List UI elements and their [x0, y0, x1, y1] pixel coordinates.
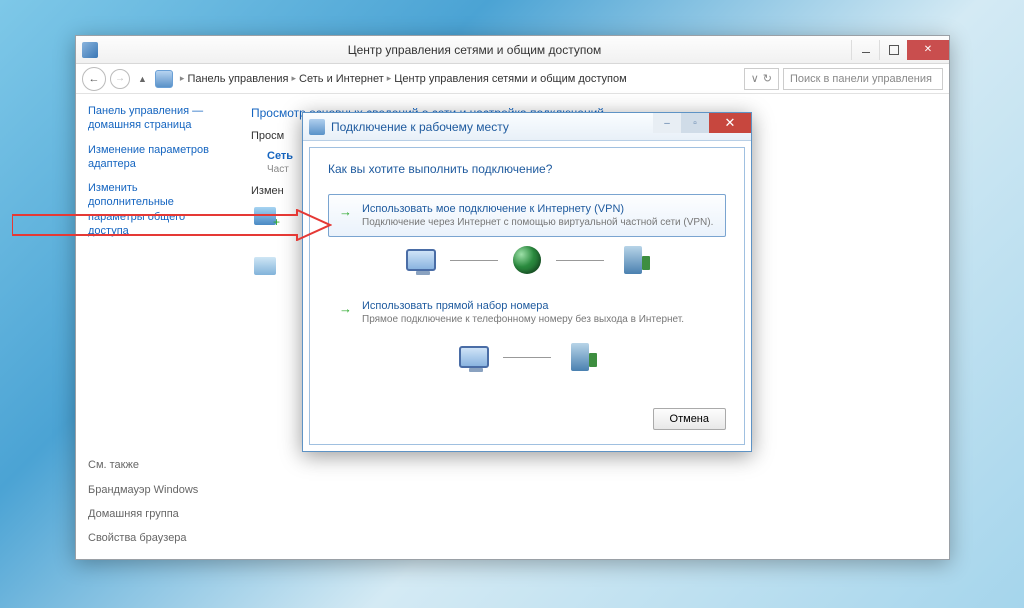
connect-workplace-dialog: Подключение к рабочему месту – ▫ ✕ Как в…: [302, 112, 752, 452]
cancel-button[interactable]: Отмена: [653, 408, 726, 430]
window-title: Центр управления сетями и общим доступом: [98, 43, 851, 57]
option-dialup-desc: Прямое подключение к телефонному номеру …: [362, 314, 684, 325]
breadcrumb-lvl2[interactable]: Сеть и Интернет: [299, 73, 384, 85]
network-center-icon: [82, 42, 98, 58]
troubleshoot-icon: [251, 255, 279, 277]
vpn-diagram: [328, 243, 726, 277]
dialup-diagram: [328, 340, 726, 374]
breadcrumb-lvl3[interactable]: Центр управления сетями и общим доступом: [394, 73, 626, 85]
arrow-icon: →: [339, 204, 352, 219]
breadcrumb-root[interactable]: Панель управления: [187, 73, 288, 85]
option-dialup[interactable]: → Использовать прямой набор номера Прямо…: [328, 291, 726, 334]
dialog-titlebar: Подключение к рабочему месту – ▫ ✕: [303, 113, 751, 141]
sidebar-home[interactable]: Панель управления — домашняя страница: [88, 104, 219, 133]
globe-icon: [508, 243, 546, 277]
arrow-icon: →: [339, 301, 352, 316]
server-icon: [614, 243, 652, 277]
option-vpn[interactable]: → Использовать мое подключение к Интерне…: [328, 194, 726, 237]
breadcrumb-icon: [155, 70, 173, 88]
option-dialup-title: Использовать прямой набор номера: [362, 300, 684, 312]
sidebar: Панель управления — домашняя страница Из…: [76, 94, 231, 559]
computer-icon: [455, 340, 493, 374]
minimize-button[interactable]: [851, 40, 879, 60]
refresh-dropdown[interactable]: ∨↻: [744, 68, 779, 90]
server-icon: [561, 340, 599, 374]
dialog-question: Как вы хотите выполнить подключение?: [328, 162, 726, 176]
sidebar-adapter[interactable]: Изменение параметров адаптера: [88, 143, 219, 172]
close-button[interactable]: ✕: [907, 40, 949, 60]
search-input[interactable]: Поиск в панели управления: [783, 68, 943, 90]
back-button[interactable]: ←: [82, 67, 106, 91]
up-button[interactable]: ▲: [134, 74, 151, 84]
setup-connection-icon: +: [251, 205, 279, 227]
dialog-icon: [309, 119, 325, 135]
sidebar-browser[interactable]: Свойства браузера: [88, 531, 219, 545]
nav-bar: ← → ▲ ▸ Панель управления ▸ Сеть и Интер…: [76, 64, 949, 94]
sidebar-firewall[interactable]: Брандмауэр Windows: [88, 483, 219, 497]
breadcrumb[interactable]: ▸ Панель управления ▸ Сеть и Интернет ▸ …: [155, 70, 740, 88]
dialog-title: Подключение к рабочему месту: [331, 120, 509, 134]
option-vpn-desc: Подключение через Интернет с помощью вир…: [362, 217, 713, 228]
maximize-button[interactable]: [879, 40, 907, 60]
see-also-label: См. также: [88, 458, 219, 472]
option-vpn-title: Использовать мое подключение к Интернету…: [362, 203, 713, 215]
computer-icon: [402, 243, 440, 277]
titlebar: Центр управления сетями и общим доступом…: [76, 36, 949, 64]
dialog-close-button[interactable]: ✕: [709, 113, 751, 133]
forward-button[interactable]: →: [110, 69, 130, 89]
dialog-maximize-button[interactable]: ▫: [681, 113, 709, 133]
sidebar-homegroup[interactable]: Домашняя группа: [88, 507, 219, 521]
sidebar-sharing[interactable]: Изменить дополнительные параметры общего…: [88, 181, 219, 238]
dialog-minimize-button[interactable]: –: [653, 113, 681, 133]
